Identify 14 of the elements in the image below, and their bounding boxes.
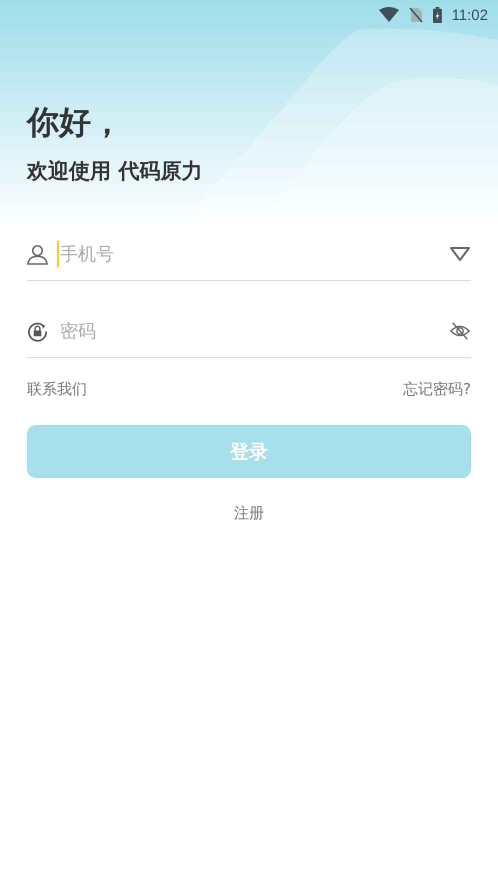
- no-sim-icon: [408, 7, 423, 23]
- register-link[interactable]: 注册: [234, 504, 264, 522]
- wifi-icon: [378, 7, 399, 23]
- lock-icon: [27, 320, 48, 342]
- contact-link[interactable]: 联系我们: [27, 380, 87, 399]
- forgot-password-link[interactable]: 忘记密码?: [403, 380, 471, 399]
- user-icon: [27, 244, 48, 264]
- password-input[interactable]: 密码: [59, 320, 449, 342]
- dropdown-icon[interactable]: [449, 246, 471, 262]
- status-time: 11:02: [452, 6, 488, 24]
- eye-hidden-icon[interactable]: [449, 321, 471, 341]
- phone-input[interactable]: 手机号: [59, 244, 449, 264]
- welcome-text: 欢迎使用 代码原力: [27, 158, 204, 185]
- greeting-title: 你好，: [27, 102, 124, 143]
